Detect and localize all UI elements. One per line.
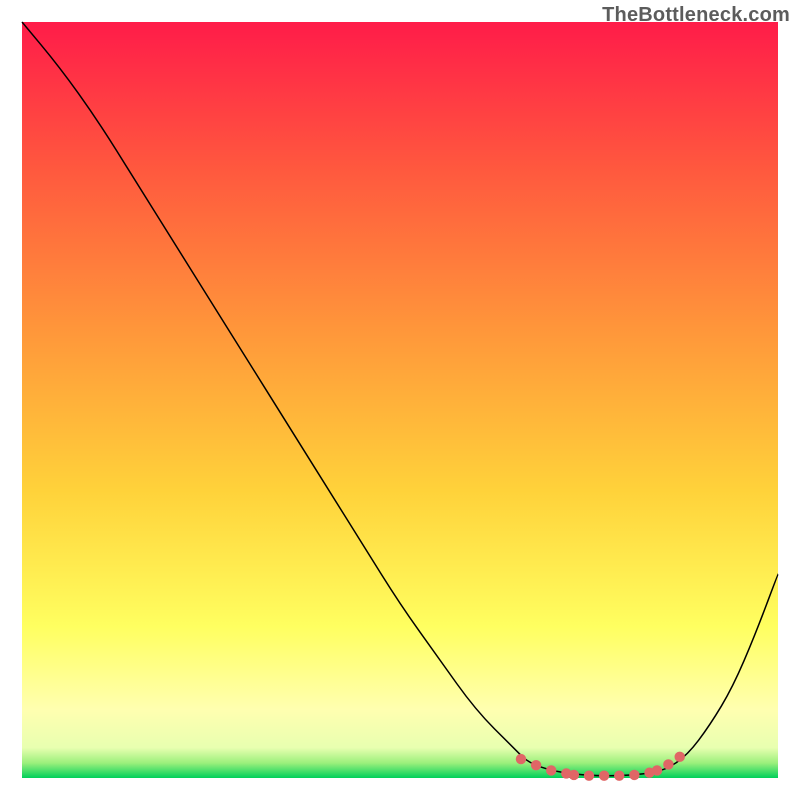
marker-dot	[614, 771, 624, 781]
marker-dot	[652, 765, 662, 775]
bottleneck-curve	[22, 22, 778, 776]
marker-dot	[663, 759, 673, 769]
marker-dot	[629, 770, 639, 780]
marker-dot	[675, 752, 685, 762]
plot-svg	[22, 22, 778, 778]
marker-dot	[546, 765, 556, 775]
plot-area	[22, 22, 778, 778]
optimal-range-markers	[516, 752, 685, 781]
chart-canvas: TheBottleneck.com	[0, 0, 800, 800]
marker-dot	[516, 754, 526, 764]
marker-dot	[531, 760, 541, 770]
marker-dot	[599, 771, 609, 781]
marker-dot	[584, 771, 594, 781]
marker-dot	[569, 770, 579, 780]
